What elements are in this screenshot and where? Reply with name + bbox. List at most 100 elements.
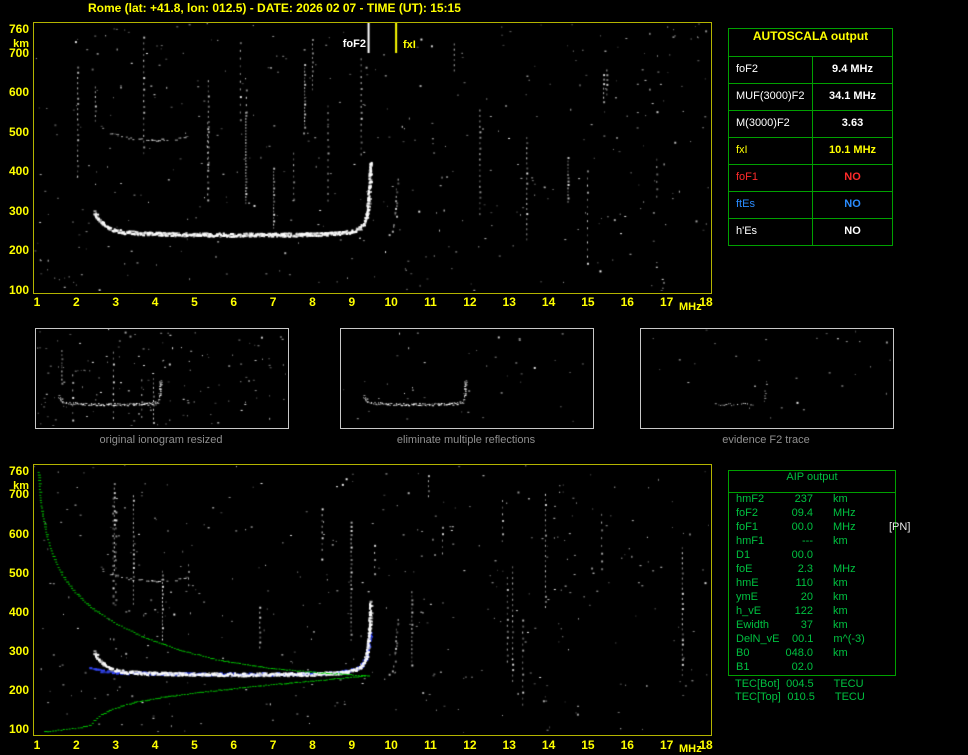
aip-unit: km xyxy=(833,619,889,633)
aip-name: DelN_vE xyxy=(729,633,779,647)
x-tick-label-main: 2 xyxy=(65,295,87,309)
aip-row: foF209.4MHz xyxy=(729,507,895,521)
x-tick-label-profile: 1 xyxy=(26,738,48,752)
x-tick-label-main: 4 xyxy=(144,295,166,309)
aip-name: ymE xyxy=(729,591,779,605)
x-tick-label-main: 9 xyxy=(341,295,363,309)
x-tick-label-profile: 2 xyxy=(65,738,87,752)
x-tick-label-main: 1 xyxy=(26,295,48,309)
aip-row: B0048.0km xyxy=(729,647,895,661)
x-tick-label-profile: 13 xyxy=(498,738,520,752)
y-tick-label-profile: 760 xyxy=(0,464,29,478)
autoscala-row: foF1NO xyxy=(729,164,892,191)
aip-row: TEC[Top]010.5TECU xyxy=(728,691,896,704)
aip-name: TEC[Top] xyxy=(728,691,781,704)
aip-row: Ewidth37km xyxy=(729,619,895,633)
aip-name: hmF1 xyxy=(729,535,779,549)
x-tick-label-main: 3 xyxy=(105,295,127,309)
aip-unit: km xyxy=(833,605,889,619)
fxI-marker-label: fxI xyxy=(403,39,416,51)
aip-row: ymE20km xyxy=(729,591,895,605)
y-tick-label-main: 700 xyxy=(0,46,29,60)
y-tick-label-main: 600 xyxy=(0,85,29,99)
aip-unit xyxy=(833,549,889,563)
x-tick-label-main: 5 xyxy=(183,295,205,309)
x-tick-label-profile: 15 xyxy=(577,738,599,752)
aip-row: hmE110km xyxy=(729,577,895,591)
x-tick-label-main: 8 xyxy=(301,295,323,309)
y-tick-label-profile: 300 xyxy=(0,644,29,658)
x-tick-label-profile: 16 xyxy=(616,738,638,752)
aip-val: 37 xyxy=(779,619,813,633)
aip-name: TEC[Bot] xyxy=(728,678,780,691)
profile-ionogram-canvas xyxy=(34,465,709,733)
aip-unit: km xyxy=(833,493,889,507)
panel-evidence-canvas xyxy=(641,329,891,426)
autoscala-row-value: 10.1 MHz xyxy=(813,138,892,164)
aip-val: 237 xyxy=(779,493,813,507)
x-tick-label-profile: 6 xyxy=(223,738,245,752)
tec-rows: TEC[Bot]004.5TECUTEC[Top]010.5TECU xyxy=(728,678,896,704)
main-ionogram-plot xyxy=(33,22,712,294)
autoscala-row-label: fxI xyxy=(729,138,813,164)
autoscala-output-table: AUTOSCALA output foF29.4 MHzMUF(3000)F23… xyxy=(728,28,893,246)
aip-name: D1 xyxy=(729,549,779,563)
y-tick-label-profile: 400 xyxy=(0,605,29,619)
aip-rows: hmF2237kmfoF209.4MHzfoF100.0MHz[PN]hmF1-… xyxy=(729,493,895,675)
x-tick-label-profile: 8 xyxy=(301,738,323,752)
x-tick-label-profile: 10 xyxy=(380,738,402,752)
x-tick-label-main: 13 xyxy=(498,295,520,309)
foF2-marker-label: foF2 xyxy=(329,38,366,50)
aip-name: B0 xyxy=(729,647,779,661)
aip-val: 20 xyxy=(779,591,813,605)
aip-name: hmE xyxy=(729,577,779,591)
y-tick-label-main: 100 xyxy=(0,283,29,297)
autoscala-row: h'EsNO xyxy=(729,218,892,245)
aip-val: 010.5 xyxy=(781,691,815,704)
aip-val: 00.0 xyxy=(779,521,813,535)
aip-unit xyxy=(833,661,889,675)
aip-table-title: AIP output xyxy=(729,471,895,493)
profile-ionogram-plot xyxy=(33,464,712,736)
autoscala-row: M(3000)F23.63 xyxy=(729,110,892,137)
y-tick-label-profile: 100 xyxy=(0,722,29,736)
autoscala-row-value: 9.4 MHz xyxy=(813,57,892,83)
aip-row: B102.0 xyxy=(729,661,895,675)
aip-row: foE2.3MHz xyxy=(729,563,895,577)
autoscala-row-value: NO xyxy=(813,219,892,245)
main-ionogram-canvas xyxy=(34,23,709,291)
x-tick-label-main: 18 xyxy=(695,295,717,309)
autoscala-rows: foF29.4 MHzMUF(3000)F234.1 MHzM(3000)F23… xyxy=(729,56,892,245)
aip-row: D100.0 xyxy=(729,549,895,563)
autoscala-row: foF29.4 MHz xyxy=(729,56,892,83)
autoscala-row: ftEsNO xyxy=(729,191,892,218)
caption-multiple-reflections: eliminate multiple reflections xyxy=(339,434,593,446)
aip-name: foE xyxy=(729,563,779,577)
autoscala-table-title: AUTOSCALA output xyxy=(729,29,892,56)
x-tick-label-main: 16 xyxy=(616,295,638,309)
aip-row: TEC[Bot]004.5TECU xyxy=(728,678,896,691)
autoscala-row-value: NO xyxy=(813,192,892,218)
panel-evidence-f2 xyxy=(640,328,894,429)
autoscala-screen: Rome (lat: +41.8, lon: 012.5) - DATE: 20… xyxy=(0,0,968,755)
aip-val: 00.0 xyxy=(779,549,813,563)
x-tick-label-profile: 14 xyxy=(538,738,560,752)
autoscala-row-label: MUF(3000)F2 xyxy=(729,84,813,110)
y-tick-label-profile: 200 xyxy=(0,683,29,697)
aip-unit: MHz xyxy=(833,507,889,521)
x-tick-label-main: 14 xyxy=(538,295,560,309)
x-tick-label-main: 12 xyxy=(459,295,481,309)
x-tick-label-profile: 11 xyxy=(420,738,442,752)
x-tick-label-main: 15 xyxy=(577,295,599,309)
y-tick-label-profile: 500 xyxy=(0,566,29,580)
x-tick-label-main: 6 xyxy=(223,295,245,309)
aip-unit: km xyxy=(833,647,889,661)
y-tick-label-main: 500 xyxy=(0,125,29,139)
aip-val: 00.1 xyxy=(779,633,813,647)
autoscala-row-value: 34.1 MHz xyxy=(813,84,892,110)
aip-output-table: AIP output hmF2237kmfoF209.4MHzfoF100.0M… xyxy=(728,470,896,676)
aip-extra: [PN] xyxy=(889,521,910,535)
aip-row: DelN_vE00.1m^(-3) xyxy=(729,633,895,647)
y-tick-label-main: 200 xyxy=(0,243,29,257)
aip-name: h_vE xyxy=(729,605,779,619)
